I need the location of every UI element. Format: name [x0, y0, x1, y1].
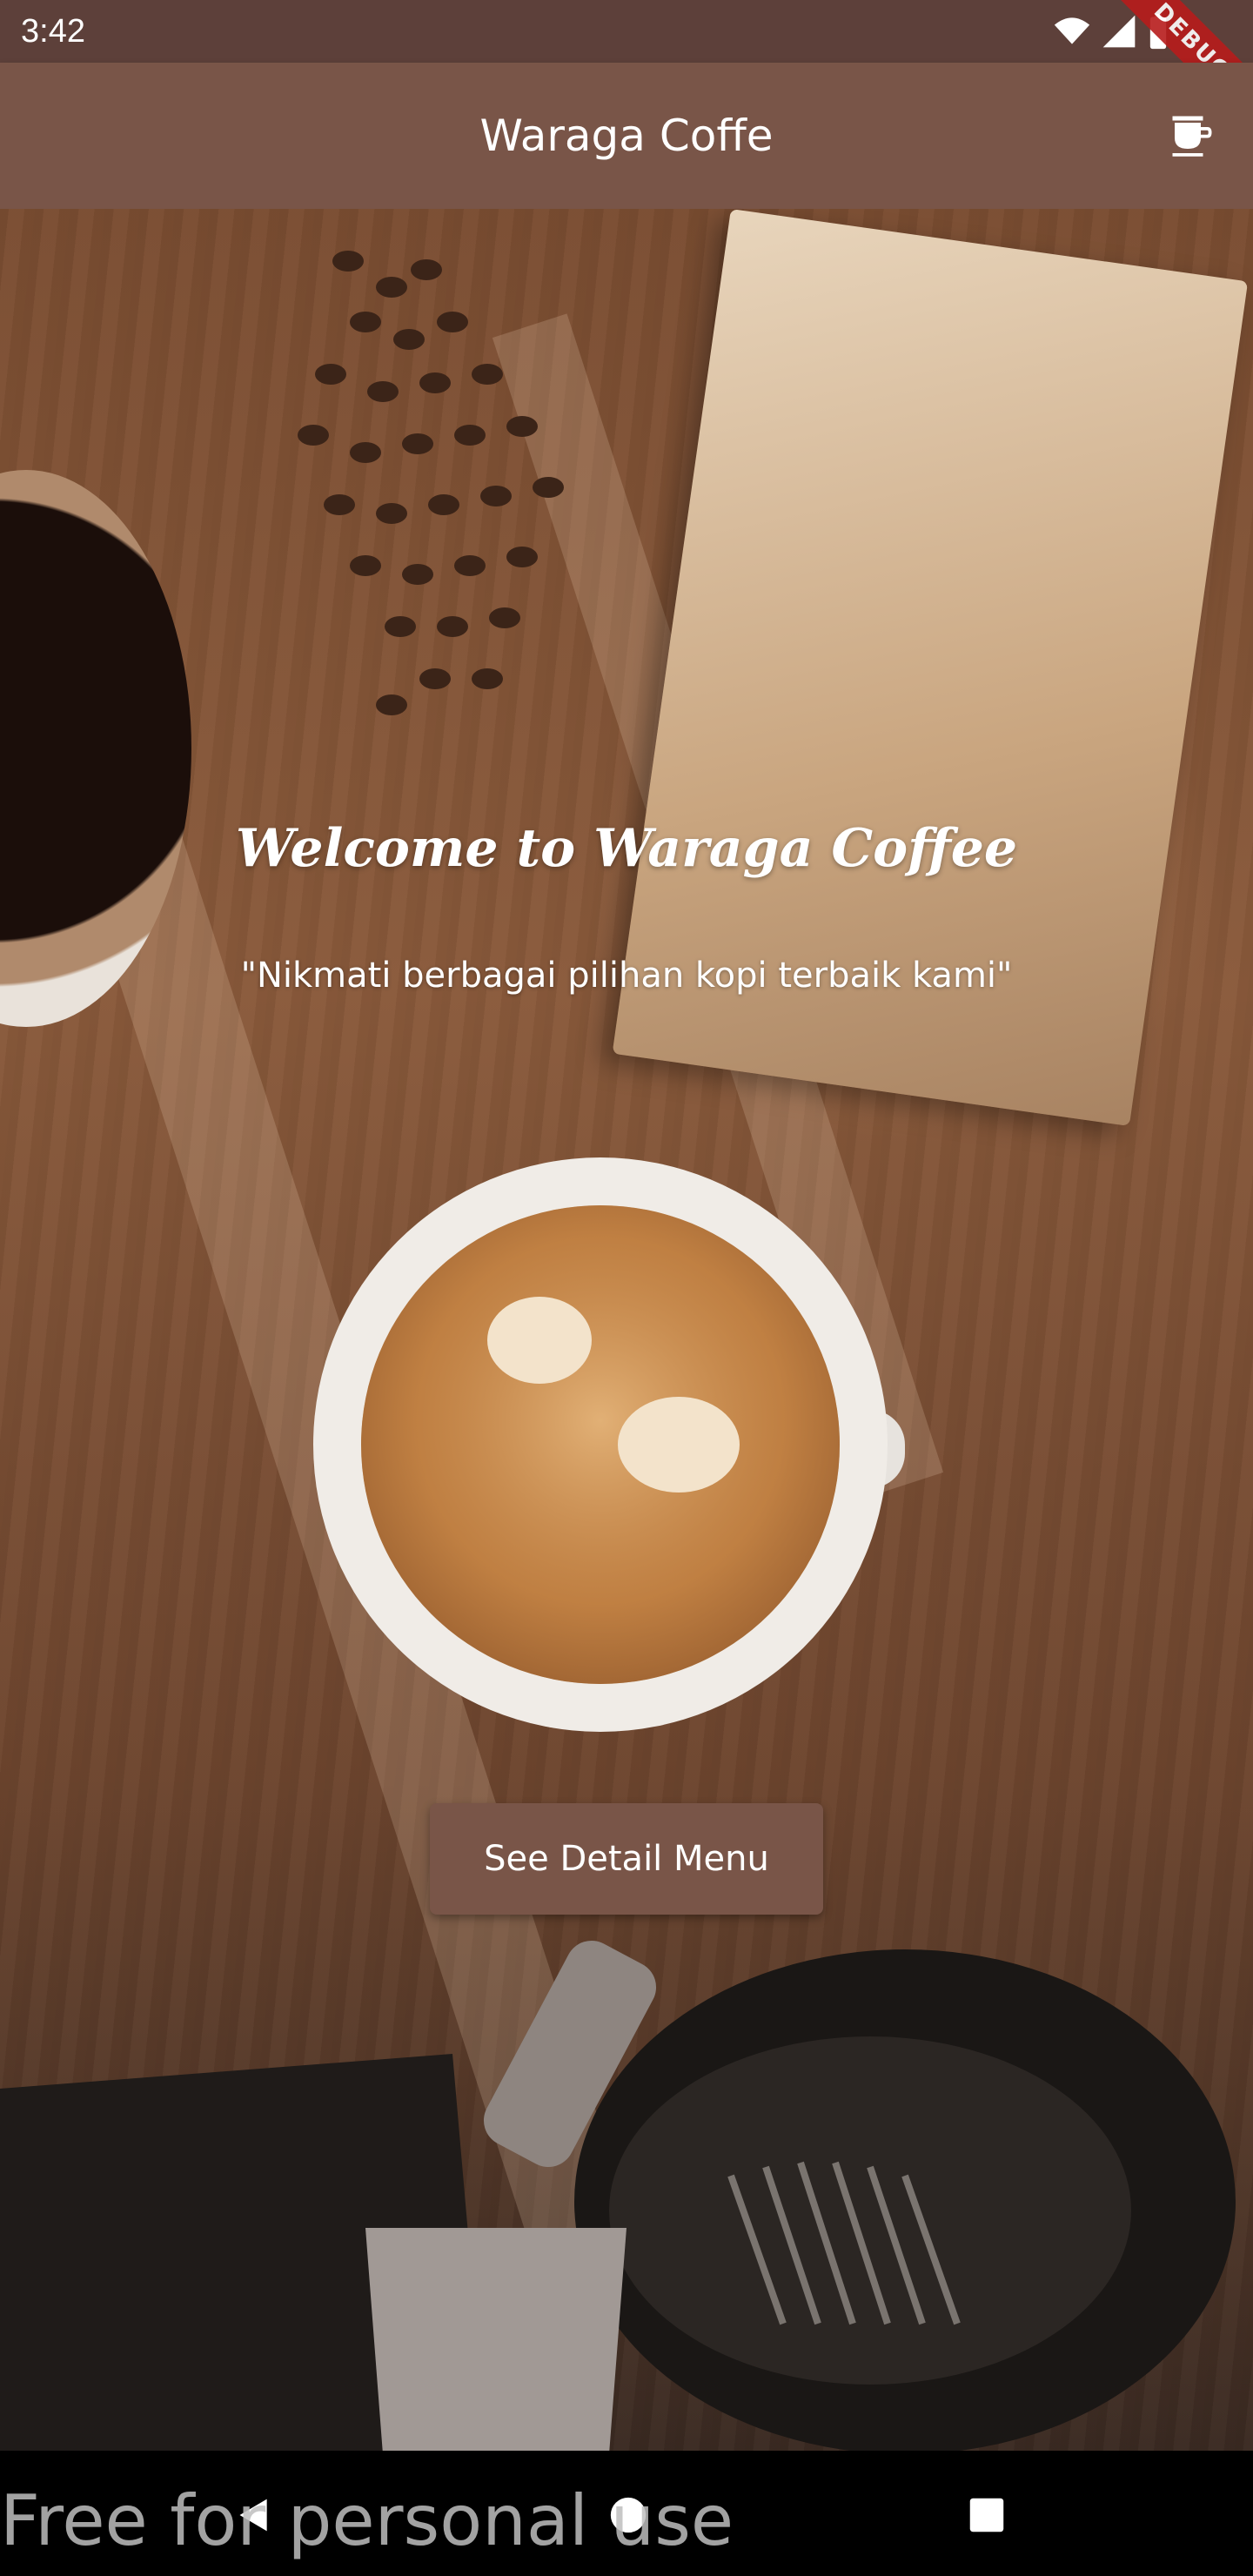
wifi-icon: [1054, 17, 1090, 44]
tagline: "Nikmati berbagai pilihan kopi terbaik k…: [240, 956, 1013, 996]
status-time: 3:42: [21, 12, 85, 50]
see-detail-menu-button[interactable]: See Detail Menu: [430, 1803, 823, 1915]
welcome-title: Welcome to Waraga Coffee: [235, 818, 1018, 879]
hero-background-image: Welcome to Waraga Coffee "Nikmati berbag…: [0, 209, 1253, 2451]
espresso-machine: [0, 1940, 1236, 2451]
watermark-text: Free for personal use: [0, 2480, 734, 2561]
recents-icon[interactable]: [968, 2497, 1005, 2533]
app-title: Waraga Coffe: [479, 111, 774, 161]
signal-icon: [1102, 15, 1136, 48]
coffee-beans: [298, 251, 564, 715]
cappuccino-cup: [313, 1157, 905, 1732]
app-bar: Waraga Coffe: [0, 63, 1253, 209]
status-bar: 3:42: [0, 0, 1253, 63]
coffee-cup-icon[interactable]: [1166, 110, 1218, 162]
